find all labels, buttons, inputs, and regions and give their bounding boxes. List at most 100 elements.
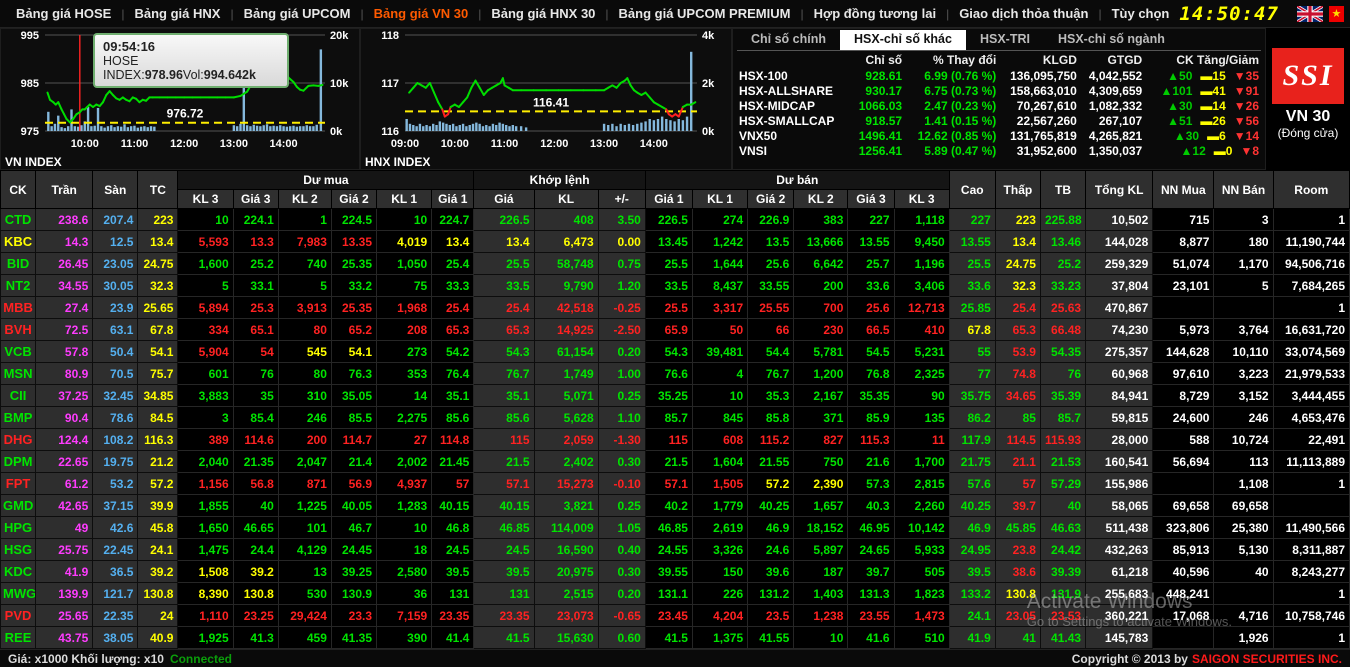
sub-column-header[interactable]: KL 2 [794, 190, 848, 209]
table-row[interactable]: BID26.4523.0524.751,60025.274025.351,050… [1, 253, 1350, 275]
sub-column-header[interactable]: KL 2 [278, 190, 331, 209]
table-row[interactable]: DPM22.6519.7521.22,04021.352,04721.42,00… [1, 451, 1350, 473]
board-cell: 65.1 [233, 319, 278, 341]
board-cell: 25.5 [645, 253, 692, 275]
menu-item[interactable]: Giao dịch thỏa thuận [949, 6, 1098, 21]
table-row[interactable]: MBB27.423.925.655,89425.33,91325.351,968… [1, 297, 1350, 319]
table-row[interactable]: CTD238.6207.422310224.11224.510224.7226.… [1, 209, 1350, 231]
ticker-CTD[interactable]: CTD [1, 209, 36, 231]
ticker-KBC[interactable]: KBC [1, 231, 36, 253]
sub-column-header[interactable]: Giá 1 [645, 190, 692, 209]
column-header[interactable]: Tổng KL [1086, 171, 1153, 209]
table-row[interactable]: CII37.2532.4534.853,8833531035.051435.13… [1, 385, 1350, 407]
menu-item[interactable]: Bảng giá UPCOM PREMIUM [609, 6, 801, 21]
menu-item[interactable]: Bảng giá HNX 30 [481, 6, 605, 21]
column-header[interactable]: Room [1273, 171, 1349, 209]
table-row[interactable]: VCB57.850.454.15,9045454554.127354.254.3… [1, 341, 1350, 363]
hnx-index-chart[interactable]: 1161171180k2k4k09:0010:0011:0012:0013:00… [360, 28, 732, 170]
ticker-CII[interactable]: CII [1, 385, 36, 407]
index-row[interactable]: HSX-SMALLCAP918.571.41 (0.15 %)22,567,26… [737, 113, 1261, 128]
ticker-NT2[interactable]: NT2 [1, 275, 36, 297]
table-row[interactable]: MSN80.970.575.7601768076.335376.476.71,7… [1, 363, 1350, 385]
vietnam-flag-icon[interactable]: ★ [1329, 6, 1344, 22]
ticker-BID[interactable]: BID [1, 253, 36, 275]
index-tab[interactable]: Chỉ số chính [737, 30, 840, 50]
table-row[interactable]: FPT61.253.257.21,15656.887156.94,9375757… [1, 473, 1350, 495]
menu-item[interactable]: Tùy chọn [1102, 6, 1180, 21]
board-cell: 70.5 [93, 363, 138, 385]
table-row[interactable]: KDC41.936.539.21,50839.21339.252,58039.5… [1, 561, 1350, 583]
column-header[interactable]: Dư bán [645, 171, 949, 190]
ticker-VCB[interactable]: VCB [1, 341, 36, 363]
vn-index-chart[interactable]: 9759859950k10k20k10:0011:0012:0013:0014:… [0, 28, 360, 170]
menu-item[interactable]: Bảng giá HNX [124, 6, 230, 21]
ticker-DPM[interactable]: DPM [1, 451, 36, 473]
sub-column-header[interactable]: Giá 3 [848, 190, 894, 209]
sub-column-header[interactable]: Giá 2 [331, 190, 376, 209]
table-row[interactable]: NT234.5530.0532.3533.1533.27533.333.59,7… [1, 275, 1350, 297]
index-row[interactable]: HSX-MIDCAP1066.032.47 (0.23 %)70,267,610… [737, 98, 1261, 113]
advance-decline: ▲30▬6▼14 [1144, 128, 1261, 143]
sub-column-header[interactable]: KL 1 [377, 190, 432, 209]
column-header[interactable]: Cao [949, 171, 995, 209]
board-cell: 0.75 [598, 253, 645, 275]
sub-column-header[interactable]: KL 3 [894, 190, 949, 209]
table-row[interactable]: HPG4942.645.81,65046.6510146.71046.846.8… [1, 517, 1350, 539]
ticker-MBB[interactable]: MBB [1, 297, 36, 319]
sub-column-header[interactable]: Giá [474, 190, 534, 209]
column-header[interactable]: NN Bán [1214, 171, 1273, 209]
table-row[interactable]: DHG124.4108.2116.3389114.6200114.727114.… [1, 429, 1350, 451]
ticker-MWG[interactable]: MWG [1, 583, 36, 605]
table-row[interactable]: BMP90.478.684.5385.424685.52,27585.685.6… [1, 407, 1350, 429]
ticker-BMP[interactable]: BMP [1, 407, 36, 429]
index-row[interactable]: VNSI1256.415.89 (0.47 %)31,952,6001,350,… [737, 143, 1261, 158]
sub-column-header[interactable]: Giá 2 [748, 190, 794, 209]
column-header[interactable]: Sàn [93, 171, 138, 209]
column-header[interactable]: Khớp lệnh [474, 171, 645, 190]
ticker-KDC[interactable]: KDC [1, 561, 36, 583]
table-row[interactable]: MWG139.9121.7130.88,390130.8530130.93613… [1, 583, 1350, 605]
ticker-REE[interactable]: REE [1, 627, 36, 649]
menu-item[interactable]: Bảng giá UPCOM [234, 6, 361, 21]
index-tab[interactable]: HSX-TRI [966, 30, 1044, 50]
ticker-HSG[interactable]: HSG [1, 539, 36, 561]
ticker-BVH[interactable]: BVH [1, 319, 36, 341]
sub-column-header[interactable]: Giá 3 [233, 190, 278, 209]
uk-flag-icon[interactable] [1297, 6, 1323, 22]
index-row[interactable]: VNX501496.4112.62 (0.85 %)131,765,8194,2… [737, 128, 1261, 143]
table-row[interactable]: REE43.7538.0540.91,92541.345941.3539041.… [1, 627, 1350, 649]
board-cell: 115.3 [848, 429, 894, 451]
sub-column-header[interactable]: KL [534, 190, 598, 209]
column-header[interactable]: TC [138, 171, 178, 209]
column-header[interactable]: Dư mua [178, 171, 474, 190]
index-row[interactable]: HSX-ALLSHARE930.176.75 (0.73 %)158,663,0… [737, 83, 1261, 98]
table-row[interactable]: KBC14.312.513.45,59313.37,98313.354,0191… [1, 231, 1350, 253]
table-row[interactable]: HSG25.7522.4524.11,47524.44,12924.451824… [1, 539, 1350, 561]
sub-column-header[interactable]: KL 3 [178, 190, 233, 209]
table-row[interactable]: BVH72.563.167.833465.18065.220865.365.31… [1, 319, 1350, 341]
index-tab[interactable]: HSX-chỉ số ngành [1044, 30, 1179, 50]
board-cell: 25.85 [949, 297, 995, 319]
column-header[interactable]: NN Mua [1153, 171, 1214, 209]
board-cell: 1,508 [178, 561, 233, 583]
menu-item[interactable]: Bảng giá HOSE [6, 6, 121, 21]
table-row[interactable]: PVD25.6522.35241,11023.2529,42423.37,159… [1, 605, 1350, 627]
column-header[interactable]: TB [1040, 171, 1085, 209]
index-row[interactable]: HSX-100928.616.99 (0.76 %)136,095,7504,0… [737, 68, 1261, 83]
sub-column-header[interactable]: Giá 1 [432, 190, 474, 209]
menu-item[interactable]: Hợp đồng tương lai [804, 6, 947, 21]
table-row[interactable]: GMD42.6537.1539.91,855401,22540.051,2834… [1, 495, 1350, 517]
ticker-PVD[interactable]: PVD [1, 605, 36, 627]
menu-item[interactable]: Bảng giá VN 30 [364, 6, 479, 21]
sub-column-header[interactable]: KL 1 [692, 190, 747, 209]
column-header[interactable]: CK [1, 171, 36, 209]
ticker-MSN[interactable]: MSN [1, 363, 36, 385]
sub-column-header[interactable]: +/- [598, 190, 645, 209]
ticker-FPT[interactable]: FPT [1, 473, 36, 495]
ticker-DHG[interactable]: DHG [1, 429, 36, 451]
column-header[interactable]: Thấp [995, 171, 1040, 209]
index-tab[interactable]: HSX-chỉ số khác [840, 30, 966, 50]
ticker-HPG[interactable]: HPG [1, 517, 36, 539]
column-header[interactable]: Trần [36, 171, 93, 209]
ticker-GMD[interactable]: GMD [1, 495, 36, 517]
